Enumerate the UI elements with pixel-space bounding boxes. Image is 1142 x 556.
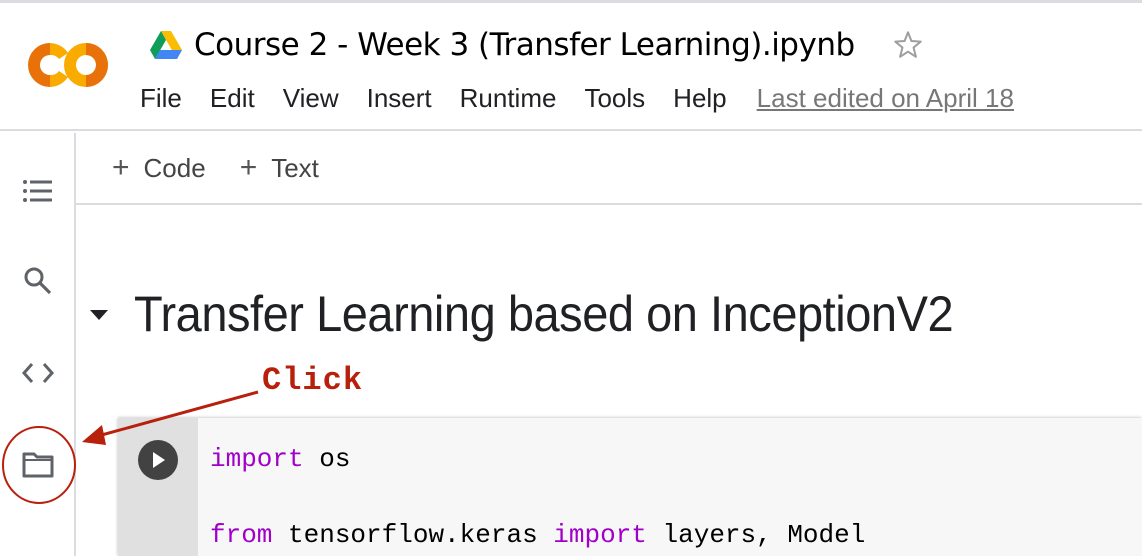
run-cell-button[interactable] bbox=[138, 440, 178, 480]
colab-logo[interactable] bbox=[26, 39, 110, 91]
section-heading: Transfer Learning based on InceptionV2 bbox=[86, 285, 1005, 343]
last-edited-link[interactable]: Last edited on April 18 bbox=[757, 83, 1014, 114]
annotation-arrowhead bbox=[82, 425, 106, 445]
search-icon bbox=[24, 267, 52, 295]
title-row: Course 2 - Week 3 (Transfer Learning).ip… bbox=[150, 25, 925, 65]
code-cell[interactable]: import os from tensorflow.keras import l… bbox=[118, 418, 1142, 556]
menu-insert[interactable]: Insert bbox=[367, 83, 432, 114]
code-text: os bbox=[303, 444, 351, 474]
header: Course 2 - Week 3 (Transfer Learning).ip… bbox=[0, 3, 1142, 131]
add-text-button[interactable]: + Text bbox=[240, 151, 319, 185]
google-drive-icon bbox=[150, 31, 182, 59]
table-of-contents-button[interactable] bbox=[18, 171, 58, 211]
menu-help[interactable]: Help bbox=[673, 83, 726, 114]
code-keyword: import bbox=[210, 444, 304, 474]
collapse-triangle-icon[interactable] bbox=[86, 304, 112, 324]
code-snippets-icon bbox=[21, 363, 55, 383]
folder-icon bbox=[22, 452, 54, 478]
add-code-button[interactable]: + Code bbox=[112, 151, 206, 185]
left-sidebar bbox=[0, 133, 76, 556]
menu-edit[interactable]: Edit bbox=[210, 83, 255, 114]
menu-tools[interactable]: Tools bbox=[584, 83, 645, 114]
menu-bar: File Edit View Insert Runtime Tools Help… bbox=[140, 83, 1014, 114]
code-text: tensorflow.keras bbox=[272, 520, 554, 550]
play-icon bbox=[153, 452, 165, 468]
star-outline-icon[interactable] bbox=[891, 28, 925, 62]
code-editor[interactable]: import os from tensorflow.keras import l… bbox=[210, 440, 865, 554]
search-button[interactable] bbox=[18, 261, 58, 301]
code-keyword: import bbox=[553, 520, 647, 550]
plus-icon: + bbox=[239, 151, 258, 184]
menu-view[interactable]: View bbox=[283, 83, 339, 114]
menu-file[interactable]: File bbox=[140, 83, 182, 114]
heading-text: Transfer Learning based on InceptionV2 bbox=[134, 286, 954, 342]
menu-runtime[interactable]: Runtime bbox=[460, 83, 557, 114]
plus-icon: + bbox=[112, 151, 130, 184]
annotation-click-label: Click bbox=[262, 362, 364, 399]
code-text: layers, Model bbox=[646, 520, 866, 550]
notebook-toolbar: + Code + Text bbox=[76, 133, 1142, 205]
files-button[interactable] bbox=[18, 445, 58, 485]
add-text-label: Text bbox=[271, 152, 319, 183]
table-of-contents-icon bbox=[23, 180, 52, 202]
notebook-title[interactable]: Course 2 - Week 3 (Transfer Learning).ip… bbox=[194, 27, 855, 63]
code-snippets-button[interactable] bbox=[18, 353, 58, 393]
cell-gutter bbox=[118, 418, 198, 556]
add-code-label: Code bbox=[143, 152, 206, 183]
code-keyword: from bbox=[210, 520, 273, 550]
